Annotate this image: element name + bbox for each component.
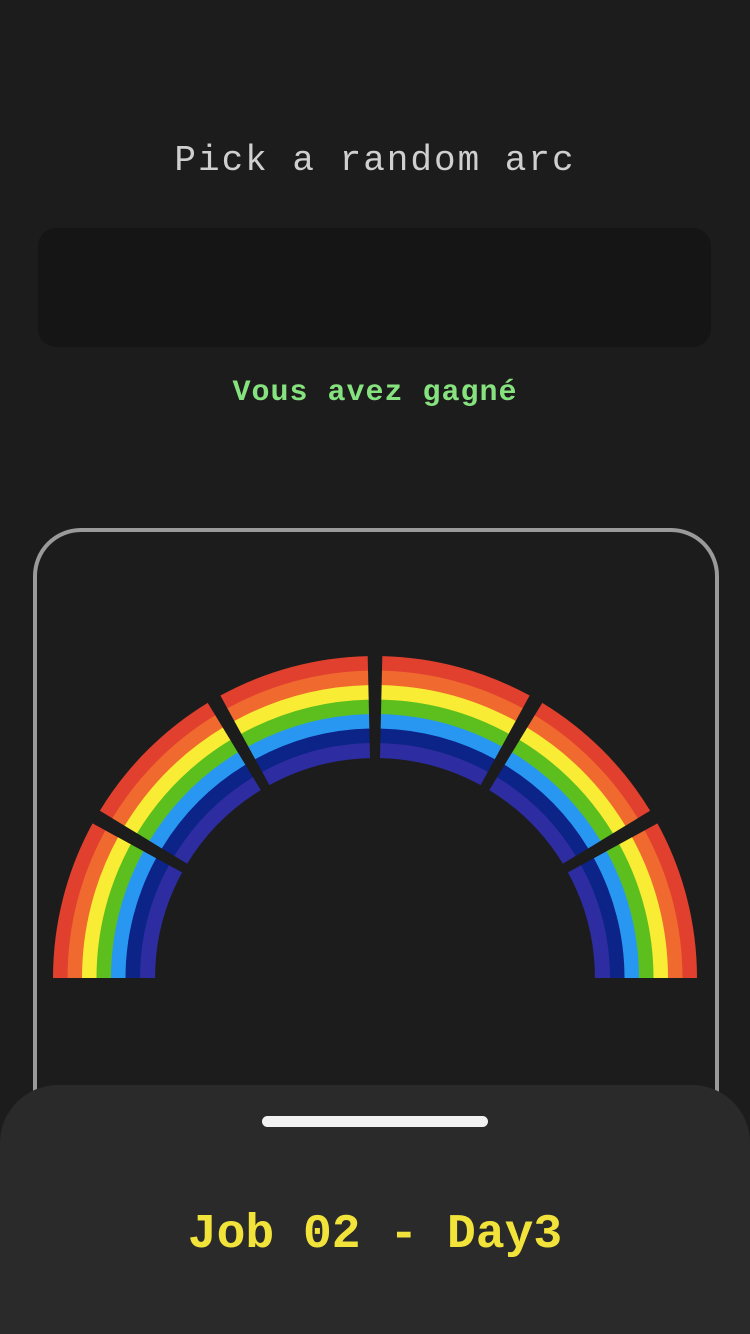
footer-label: Job 02 - Day3 <box>187 1208 563 1262</box>
home-indicator[interactable] <box>262 1116 488 1127</box>
page-title: Pick a random arc <box>174 140 576 181</box>
win-status-text: Vous avez gagné <box>232 376 518 410</box>
rainbow-frame <box>33 528 719 1141</box>
result-display <box>38 228 711 347</box>
